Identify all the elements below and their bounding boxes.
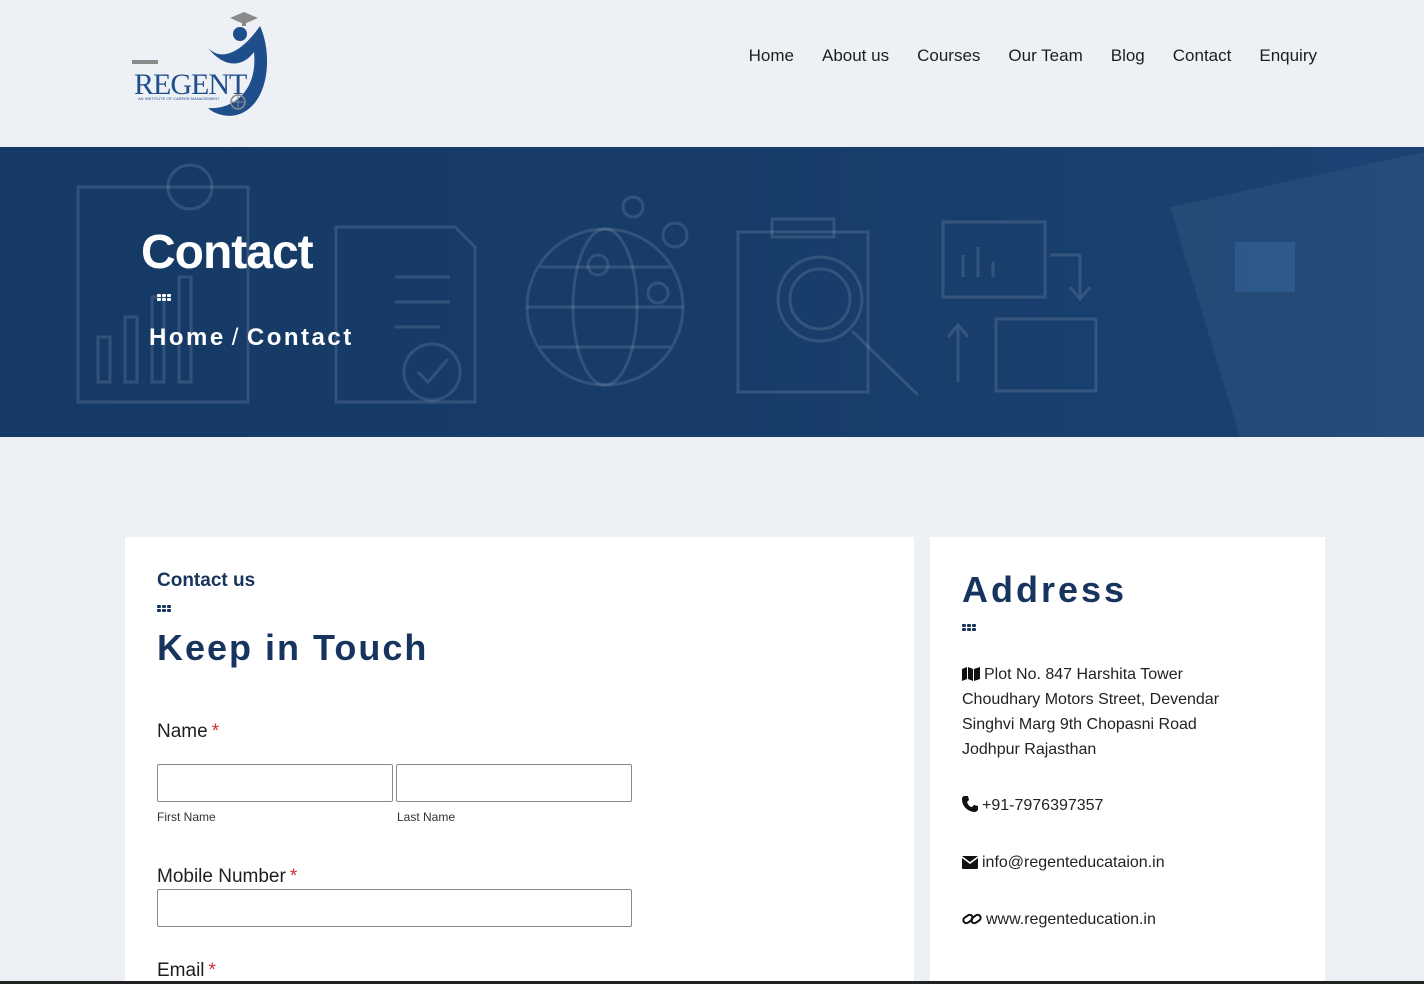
section-eyebrow: Contact us — [157, 570, 256, 591]
nav-courses[interactable]: Courses — [917, 46, 980, 66]
last-name-input[interactable] — [396, 764, 632, 802]
address-title: Address — [962, 569, 1128, 610]
link-icon — [962, 913, 982, 925]
address-line-2: Choudhary Motors Street, Devendar — [962, 691, 1220, 708]
name-label-text: Name — [157, 721, 208, 742]
email-label-text: Email — [157, 960, 205, 981]
mobile-label: Mobile Number * — [157, 866, 297, 888]
required-marker: * — [208, 960, 216, 981]
nav-home[interactable]: Home — [749, 46, 794, 66]
first-name-input[interactable] — [157, 764, 393, 802]
website-row[interactable]: www.regenteducation.in — [962, 907, 1242, 932]
phone-icon — [962, 796, 978, 812]
mobile-label-text: Mobile Number — [157, 866, 286, 887]
contact-form-card: Contact us Keep in Touch Name * First Nam… — [125, 537, 914, 984]
breadcrumb-home-link[interactable]: Home — [149, 324, 226, 351]
decorative-dots-icon — [962, 624, 976, 631]
envelope-icon — [962, 856, 978, 869]
nav-our-team[interactable]: Our Team — [1008, 46, 1082, 66]
page-banner: Contact Home / Contact — [0, 147, 1424, 437]
email-label: Email * — [157, 960, 216, 982]
logo-subtitle: AN INSTITUTE OF CAREER MANAGEMENT — [138, 96, 220, 101]
breadcrumb: Home / Contact — [149, 324, 354, 352]
nav-blog[interactable]: Blog — [1111, 46, 1145, 66]
phone-row[interactable]: +91-7976397357 — [962, 793, 1242, 818]
breadcrumb-separator: / — [231, 324, 241, 351]
banner-background-illustration — [76, 152, 1424, 437]
website-link[interactable]: www.regenteducation.in — [986, 911, 1156, 928]
nav-contact[interactable]: Contact — [1173, 46, 1232, 66]
address-card: Address Plot No. 847 Harshita Tower Chou… — [930, 537, 1325, 984]
required-marker: * — [211, 721, 220, 742]
decorative-dots-icon — [157, 294, 171, 301]
map-icon — [962, 667, 980, 681]
address-line-3: Singhvi Marg 9th Chopasni Road — [962, 716, 1197, 733]
email-address[interactable]: info@regenteducataion.in — [982, 854, 1165, 871]
name-label: Name * — [157, 721, 219, 743]
decorative-dots-icon — [157, 605, 171, 612]
address-line-1: Plot No. 847 Harshita Tower — [984, 666, 1183, 683]
form-title: Keep in Touch — [157, 627, 429, 668]
nav-about-us[interactable]: About us — [822, 46, 889, 66]
logo-mark-icon — [132, 12, 268, 116]
site-header: REGENT AN INSTITUTE OF CAREER MANAGEMENT… — [0, 0, 1424, 147]
email-row[interactable]: info@regenteducataion.in — [962, 850, 1242, 875]
site-logo[interactable]: REGENT AN INSTITUTE OF CAREER MANAGEMENT — [132, 12, 272, 120]
breadcrumb-current: Contact — [246, 324, 354, 351]
last-name-sublabel: Last Name — [397, 810, 456, 824]
phone-number[interactable]: +91-7976397357 — [982, 797, 1103, 814]
address-line-4: Jodhpur Rajasthan — [962, 741, 1097, 758]
page-title: Contact — [141, 226, 314, 279]
required-marker: * — [289, 866, 298, 887]
postal-address: Plot No. 847 Harshita Tower Choudhary Mo… — [962, 662, 1242, 762]
main-nav: Home About us Courses Our Team Blog Cont… — [749, 46, 1317, 66]
nav-enquiry[interactable]: Enquiry — [1259, 46, 1317, 66]
first-name-sublabel: First Name — [157, 810, 216, 824]
mobile-number-input[interactable] — [157, 889, 632, 927]
